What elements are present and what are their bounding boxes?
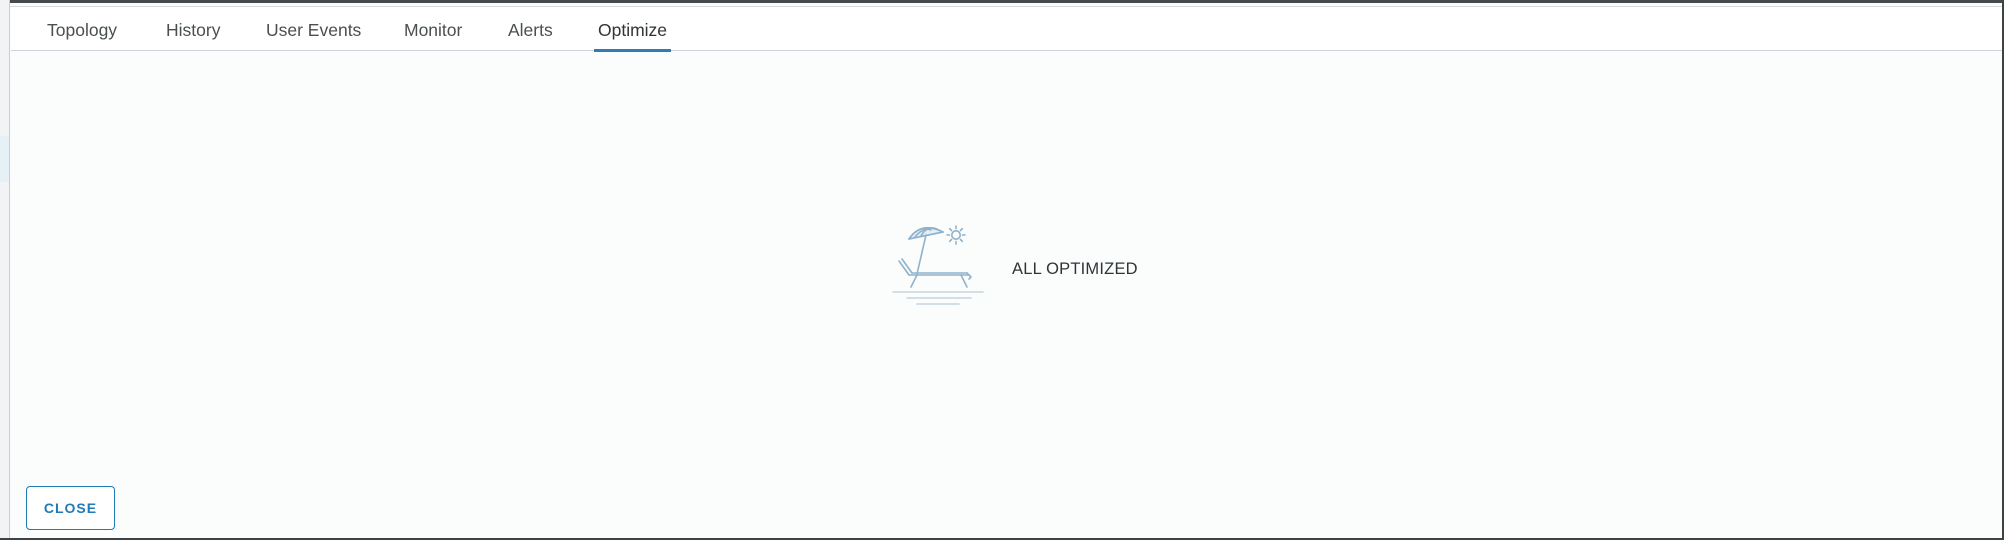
tab-monitor[interactable]: Monitor (404, 7, 462, 51)
close-button[interactable]: CLOSE (26, 486, 115, 530)
details-panel: Topology History User Events Monitor Ale… (11, 7, 2002, 538)
tab-topology[interactable]: Topology (47, 7, 117, 51)
window-top-edge (0, 0, 2004, 3)
empty-state: ALL OPTIMIZED (891, 217, 1211, 317)
tab-user-events[interactable]: User Events (266, 7, 361, 51)
app-frame: Topology History User Events Monitor Ale… (0, 0, 2004, 540)
tab-history[interactable]: History (166, 7, 220, 51)
tab-optimize[interactable]: Optimize (593, 7, 672, 52)
empty-state-label: ALL OPTIMIZED (1012, 260, 1138, 278)
background-page-highlight (0, 136, 9, 182)
tab-bar: Topology History User Events Monitor Ale… (11, 7, 2002, 52)
tab-alerts[interactable]: Alerts (508, 7, 553, 51)
background-page-strip (0, 0, 10, 540)
beach-umbrella-lounger-icon (891, 217, 1001, 309)
